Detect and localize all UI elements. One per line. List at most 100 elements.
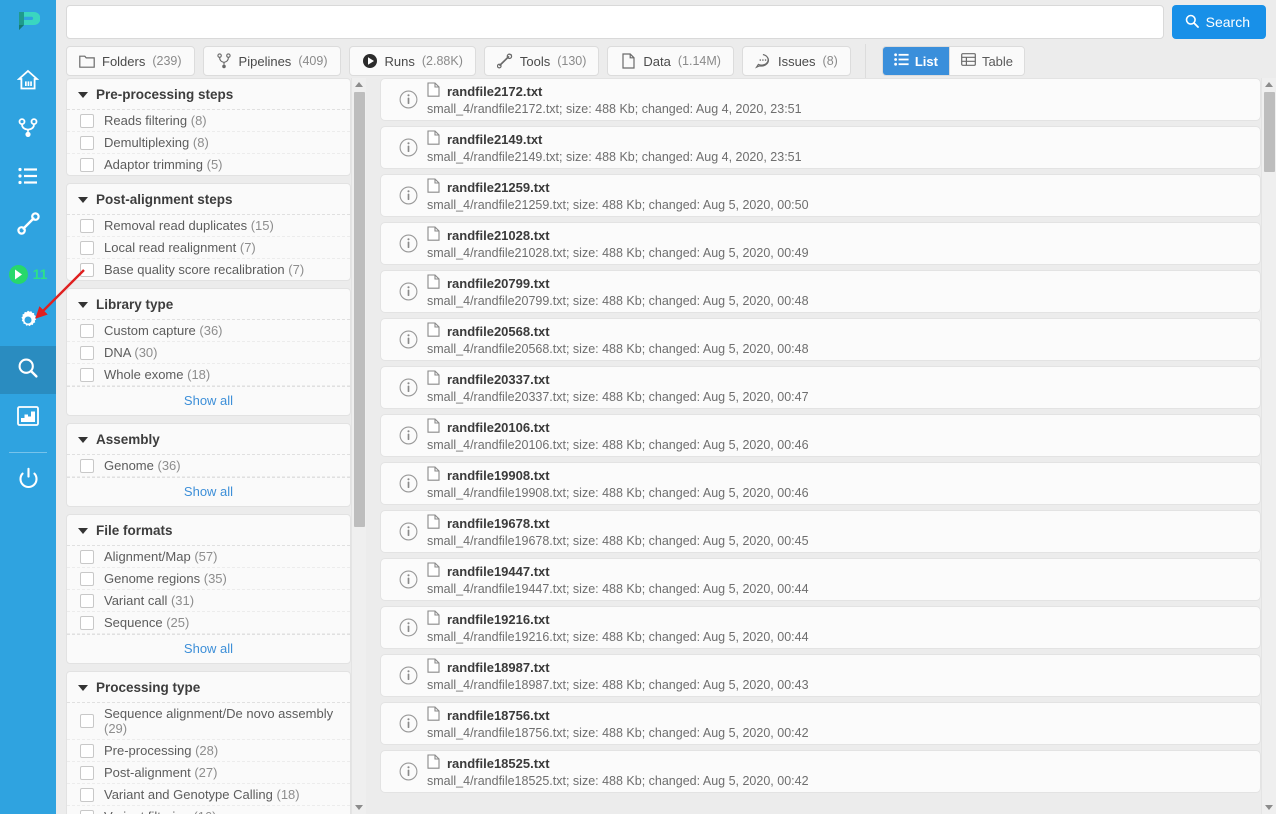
- facet-checkbox[interactable]: [80, 157, 94, 172]
- result-row[interactable]: randfile18756.txt small_4/randfile18756.t…: [380, 702, 1261, 745]
- facet-option[interactable]: Whole exome (18): [67, 364, 350, 386]
- facet-checkbox[interactable]: [80, 549, 94, 564]
- result-row[interactable]: randfile21259.txt small_4/randfile21259.t…: [380, 174, 1261, 217]
- result-row[interactable]: randfile18987.txt small_4/randfile18987.t…: [380, 654, 1261, 697]
- facet-option[interactable]: Adaptor trimming (5): [67, 154, 350, 175]
- scroll-up-arrow-icon[interactable]: [1265, 82, 1273, 87]
- facet-checkbox[interactable]: [80, 714, 94, 728]
- facet-option[interactable]: Local read realignment (7): [67, 237, 350, 259]
- result-row[interactable]: randfile20799.txt small_4/randfile20799.t…: [380, 270, 1261, 313]
- tab-runs[interactable]: Runs (2.88K): [348, 46, 476, 76]
- result-row[interactable]: randfile18525.txt small_4/randfile18525.t…: [380, 750, 1261, 793]
- facet-group-header[interactable]: Library type: [67, 289, 350, 320]
- info-icon[interactable]: [393, 666, 423, 685]
- facet-checkbox[interactable]: [80, 240, 94, 255]
- info-icon[interactable]: [393, 762, 423, 781]
- tab-issues[interactable]: Issues (8): [741, 46, 851, 76]
- facet-checkbox[interactable]: [80, 367, 94, 382]
- facet-option[interactable]: Variant and Genotype Calling (18): [67, 784, 350, 806]
- result-row[interactable]: randfile19908.txt small_4/randfile19908.t…: [380, 462, 1261, 505]
- facet-group-header[interactable]: Assembly: [67, 424, 350, 455]
- info-icon[interactable]: [393, 186, 423, 205]
- facet-option[interactable]: Sequence (25): [67, 612, 350, 634]
- facet-option[interactable]: DNA (30): [67, 342, 350, 364]
- result-row[interactable]: randfile21028.txt small_4/randfile21028.t…: [380, 222, 1261, 265]
- sidebar-item-runs-list[interactable]: [0, 154, 56, 202]
- facet-option[interactable]: Alignment/Map (57): [67, 546, 350, 568]
- facet-option[interactable]: Removal read duplicates (15): [67, 215, 350, 237]
- facet-checkbox[interactable]: [80, 113, 94, 128]
- facet-checkbox[interactable]: [80, 593, 94, 608]
- result-row[interactable]: randfile20337.txt small_4/randfile20337.t…: [380, 366, 1261, 409]
- facet-checkbox[interactable]: [80, 135, 94, 150]
- info-icon[interactable]: [393, 234, 423, 253]
- info-icon[interactable]: [393, 522, 423, 541]
- result-row[interactable]: randfile19447.txt small_4/randfile19447.t…: [380, 558, 1261, 601]
- scroll-up-arrow-icon[interactable]: [355, 82, 363, 87]
- sidebar-item-logout[interactable]: [0, 457, 56, 505]
- tab-data[interactable]: Data (1.14M): [607, 46, 734, 76]
- result-row[interactable]: randfile20106.txt small_4/randfile20106.t…: [380, 414, 1261, 457]
- result-row[interactable]: randfile20568.txt small_4/randfile20568.t…: [380, 318, 1261, 361]
- facet-scrollbar[interactable]: [351, 78, 366, 814]
- tab-tools[interactable]: Tools (130): [483, 46, 600, 76]
- sidebar-item-settings[interactable]: [0, 298, 56, 346]
- facet-option[interactable]: Genome (36): [67, 455, 350, 477]
- info-icon[interactable]: [393, 426, 423, 445]
- result-row[interactable]: randfile19678.txt small_4/randfile19678.t…: [380, 510, 1261, 553]
- facet-option[interactable]: Demultiplexing (8): [67, 132, 350, 154]
- info-icon[interactable]: [393, 570, 423, 589]
- sidebar-item-search[interactable]: [0, 346, 56, 394]
- results-scrollbar[interactable]: [1261, 78, 1276, 814]
- facet-scrollbar-thumb[interactable]: [354, 92, 365, 527]
- facet-option[interactable]: Base quality score recalibration (7): [67, 259, 350, 280]
- info-icon[interactable]: [393, 378, 423, 397]
- facet-show-all-link[interactable]: Show all: [67, 634, 350, 663]
- facet-show-all-link[interactable]: Show all: [67, 477, 350, 506]
- facet-checkbox[interactable]: [80, 743, 94, 758]
- facet-option[interactable]: Post-alignment (27): [67, 762, 350, 784]
- info-icon[interactable]: [393, 90, 423, 109]
- search-input[interactable]: [66, 5, 1164, 39]
- sidebar-item-home[interactable]: [0, 58, 56, 106]
- facet-option[interactable]: Genome regions (35): [67, 568, 350, 590]
- info-icon[interactable]: [393, 282, 423, 301]
- facet-checkbox[interactable]: [80, 787, 94, 802]
- result-row[interactable]: randfile19216.txt small_4/randfile19216.t…: [380, 606, 1261, 649]
- tab-pipelines[interactable]: Pipelines (409): [202, 46, 341, 76]
- facet-checkbox[interactable]: [80, 571, 94, 586]
- scroll-down-arrow-icon[interactable]: [1265, 805, 1273, 810]
- info-icon[interactable]: [393, 138, 423, 157]
- facet-group-header[interactable]: Pre-processing steps: [67, 79, 350, 110]
- facet-checkbox[interactable]: [80, 458, 94, 473]
- facet-checkbox[interactable]: [80, 345, 94, 360]
- sidebar-item-tools[interactable]: [0, 202, 56, 250]
- result-row[interactable]: randfile2172.txt small_4/randfile2172.txt…: [380, 78, 1261, 121]
- facet-checkbox[interactable]: [80, 765, 94, 780]
- info-icon[interactable]: [393, 330, 423, 349]
- facet-group-header[interactable]: File formats: [67, 515, 350, 546]
- facet-checkbox[interactable]: [80, 218, 94, 233]
- facet-checkbox[interactable]: [80, 615, 94, 630]
- scroll-down-arrow-icon[interactable]: [355, 805, 363, 810]
- view-list[interactable]: List: [882, 47, 949, 75]
- sidebar-item-active-runs[interactable]: 11: [0, 250, 56, 298]
- facet-option[interactable]: Variant filtering (16): [67, 806, 350, 814]
- view-table[interactable]: Table: [948, 47, 1025, 75]
- facet-checkbox[interactable]: [80, 262, 94, 277]
- facet-checkbox[interactable]: [80, 809, 94, 814]
- results-scrollbar-thumb[interactable]: [1264, 92, 1275, 172]
- result-row[interactable]: randfile2149.txt small_4/randfile2149.txt…: [380, 126, 1261, 169]
- facet-option[interactable]: Variant call (31): [67, 590, 350, 612]
- tab-folders[interactable]: Folders (239): [66, 46, 195, 76]
- search-button[interactable]: Search: [1171, 5, 1266, 39]
- sidebar-item-pipelines[interactable]: [0, 106, 56, 154]
- facet-show-all-link[interactable]: Show all: [67, 386, 350, 415]
- info-icon[interactable]: [393, 618, 423, 637]
- facet-option[interactable]: Custom capture (36): [67, 320, 350, 342]
- info-icon[interactable]: [393, 474, 423, 493]
- platform-logo[interactable]: [0, 4, 56, 44]
- sidebar-item-statistics[interactable]: [0, 394, 56, 442]
- facet-option[interactable]: Sequence alignment/De novo assembly (29): [67, 703, 350, 740]
- facet-group-header[interactable]: Processing type: [67, 672, 350, 703]
